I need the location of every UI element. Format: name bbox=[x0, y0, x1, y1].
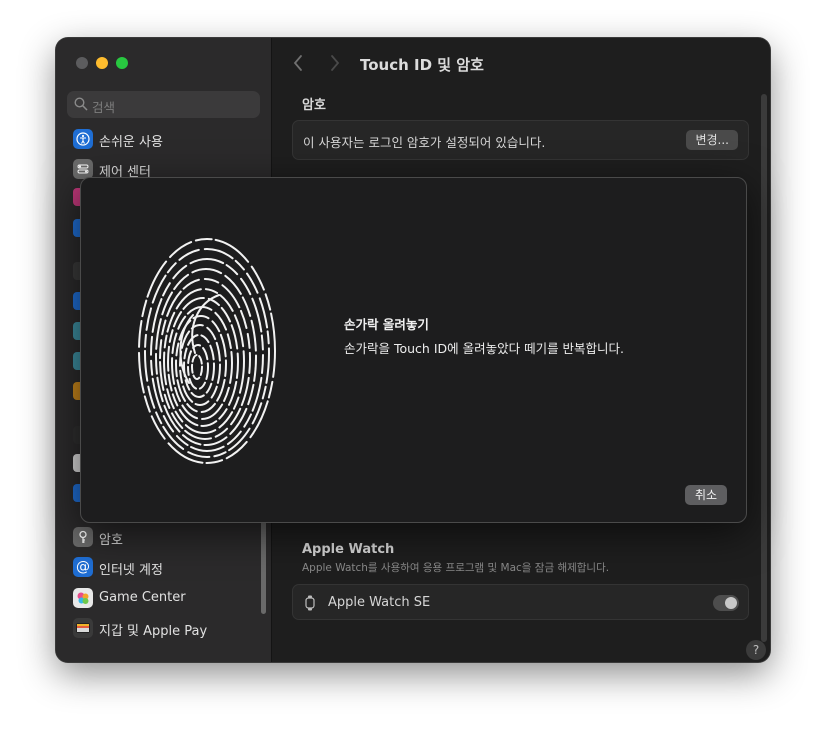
apple-watch-device-name: Apple Watch SE bbox=[328, 595, 431, 610]
main-scrollbar[interactable] bbox=[761, 94, 767, 642]
sidebar-item-label: Game Center bbox=[99, 590, 186, 605]
sidebar-item-passwords[interactable]: 암호 bbox=[73, 526, 263, 548]
sidebar-item-label: 암호 bbox=[99, 533, 123, 548]
key-icon bbox=[73, 527, 93, 547]
sidebar-item-accessibility[interactable]: 손쉬운 사용 bbox=[73, 128, 263, 150]
back-arrow-icon[interactable] bbox=[292, 54, 304, 77]
toggle-knob bbox=[725, 597, 737, 609]
sidebar-item-internet-accounts[interactable]: @ 인터넷 계정 bbox=[73, 556, 263, 578]
apple-watch-description: Apple Watch를 사용하여 응용 프로그램 및 Mac을 잠금 해제합니… bbox=[302, 562, 610, 574]
at-icon: @ bbox=[73, 557, 93, 577]
dialog-title: 손가락 올려놓기 bbox=[344, 317, 429, 332]
close-window-button[interactable] bbox=[76, 57, 88, 69]
sidebar-item-wallet[interactable]: 지갑 및 Apple Pay bbox=[73, 617, 263, 639]
page-title: Touch ID 및 암호 bbox=[360, 56, 484, 74]
control-center-icon bbox=[73, 159, 93, 179]
sidebar-item-label: 손쉬운 사용 bbox=[99, 135, 163, 150]
apple-watch-section-heading: Apple Watch bbox=[302, 542, 395, 557]
sidebar-item-label: 인터넷 계정 bbox=[99, 563, 163, 578]
maximize-window-button[interactable] bbox=[116, 57, 128, 69]
sidebar-item-label: 지갑 및 Apple Pay bbox=[99, 624, 208, 639]
forward-arrow-icon[interactable] bbox=[329, 54, 341, 77]
dialog-message: 손가락을 Touch ID에 올려놓았다 떼기를 반복합니다. bbox=[344, 341, 625, 356]
game-center-icon bbox=[73, 588, 93, 608]
minimize-window-button[interactable] bbox=[96, 57, 108, 69]
apple-watch-card: Apple Watch SE bbox=[292, 584, 749, 620]
search-icon bbox=[74, 97, 88, 111]
change-password-button[interactable]: 변경... bbox=[686, 130, 738, 150]
fingerprint-icon bbox=[138, 238, 276, 464]
sidebar-search[interactable]: 검색 bbox=[67, 91, 260, 118]
cancel-button[interactable]: 취소 bbox=[685, 485, 728, 505]
touch-id-enroll-dialog: 손가락 올려놓기 손가락을 Touch ID에 올려놓았다 떼기를 반복합니다.… bbox=[80, 177, 747, 523]
accessibility-icon bbox=[73, 129, 93, 149]
apple-watch-toggle[interactable] bbox=[713, 595, 739, 611]
wallet-icon bbox=[73, 618, 93, 638]
password-status-text: 이 사용자는 로그인 암호가 설정되어 있습니다. bbox=[303, 135, 546, 150]
search-placeholder: 검색 bbox=[92, 100, 116, 115]
watch-icon bbox=[305, 595, 315, 611]
sidebar-scrollbar[interactable] bbox=[261, 518, 266, 614]
sidebar-item-game-center[interactable]: Game Center bbox=[73, 587, 263, 609]
help-button[interactable]: ? bbox=[746, 640, 766, 660]
password-card: 이 사용자는 로그인 암호가 설정되어 있습니다. 변경... bbox=[292, 120, 749, 160]
password-section-heading: 암호 bbox=[302, 98, 326, 113]
